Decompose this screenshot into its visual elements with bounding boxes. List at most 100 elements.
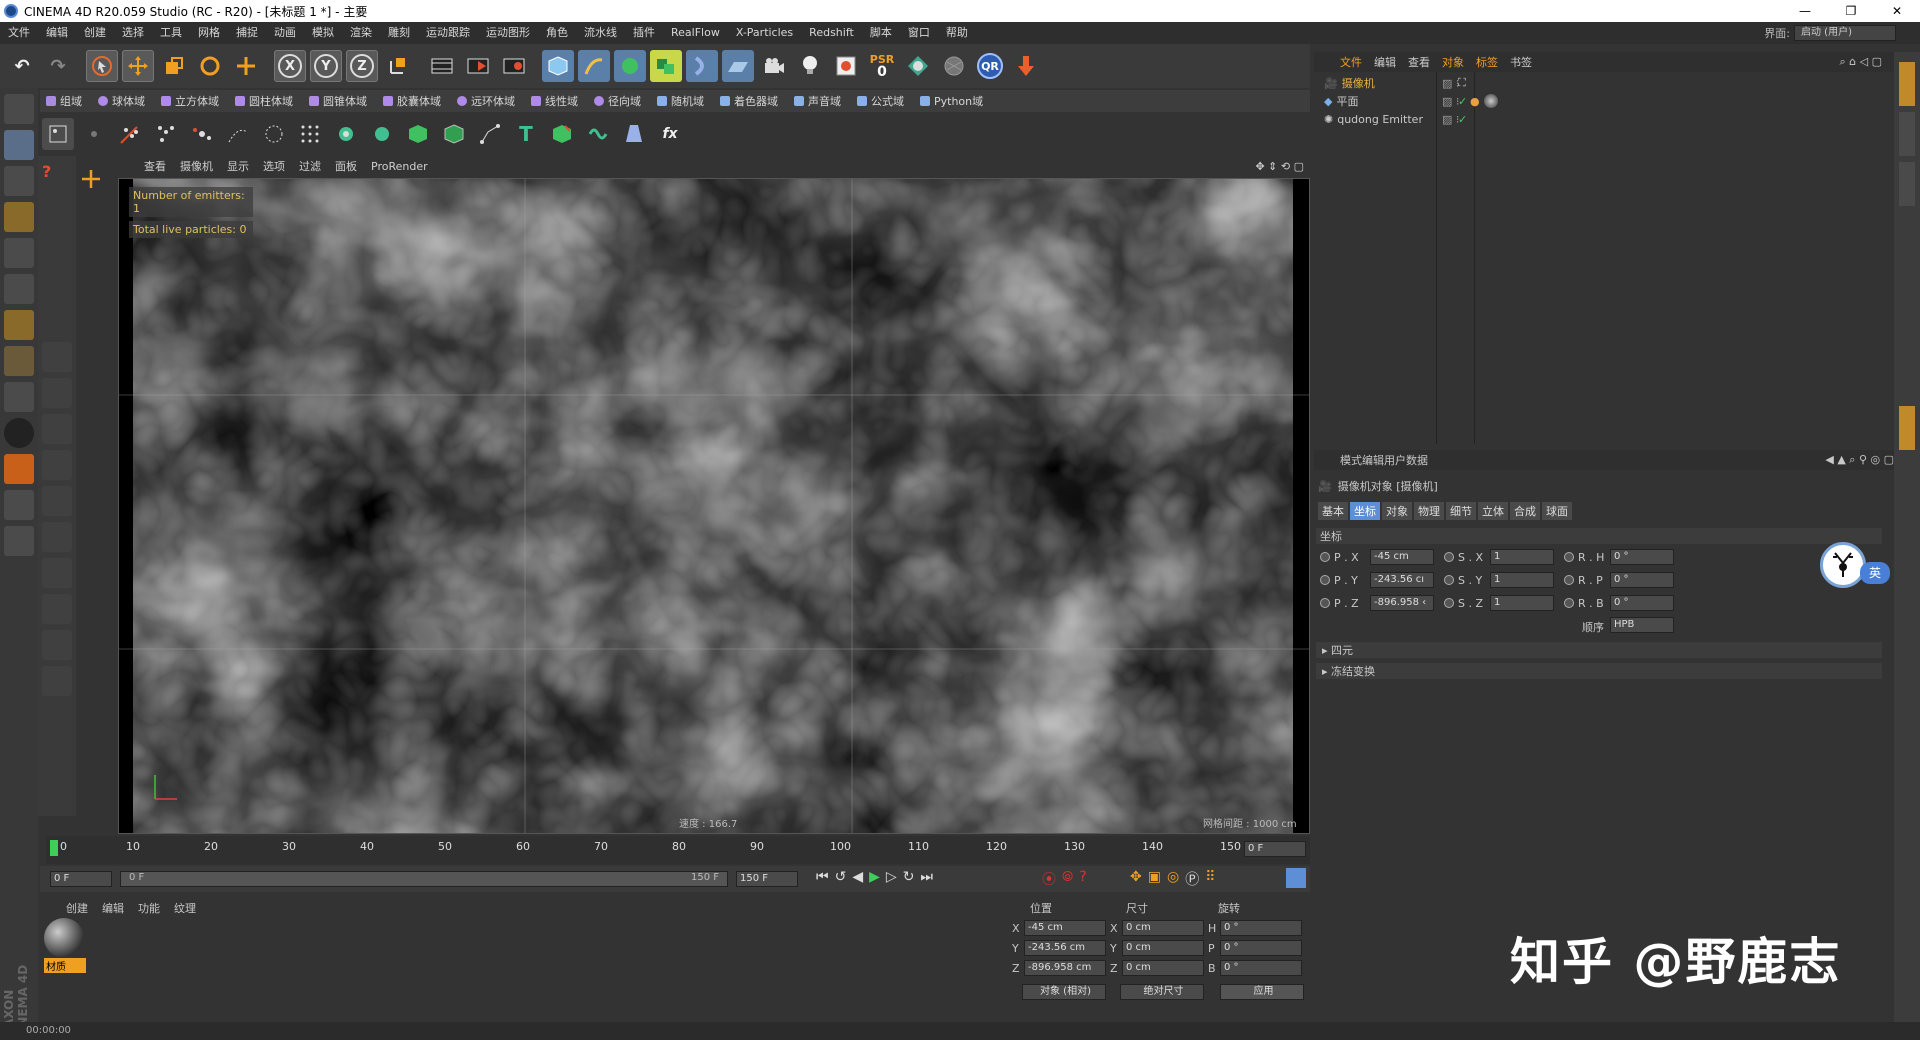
z-axis-lock-button[interactable]: Z <box>346 50 378 82</box>
edges-mode-icon[interactable] <box>4 274 34 304</box>
key-param-icon[interactable]: Ⓟ <box>1185 869 1199 889</box>
timeline-ruler[interactable]: 0 10 20 30 40 50 60 70 80 90 100 110 120… <box>46 836 1310 864</box>
obj-menu-bookmarks[interactable]: 书签 <box>1510 54 1532 70</box>
field-item[interactable]: 线性域 <box>525 93 578 109</box>
field-item[interactable]: 着色器域 <box>714 93 778 109</box>
xp-question-icon[interactable] <box>366 118 398 150</box>
viewport-menu-prorender[interactable]: ProRender <box>371 160 428 173</box>
mat-menu-function[interactable]: 功能 <box>138 900 160 916</box>
cube-primitive-icon[interactable] <box>542 50 574 82</box>
tab-basic[interactable]: 基本 <box>1318 502 1348 520</box>
attr-menu-edit[interactable]: 编辑 <box>1362 452 1384 468</box>
timeline-layout-icon[interactable] <box>1286 868 1306 888</box>
next-frame-icon[interactable]: ▷ <box>886 869 897 885</box>
sphere-wire-icon[interactable] <box>938 50 970 82</box>
ime-language-badge[interactable]: 英 <box>1860 562 1890 584</box>
coordinate-system-icon[interactable] <box>382 50 414 82</box>
quaternion-section[interactable]: ▸ 四元 <box>1316 642 1882 658</box>
polygons-mode-icon[interactable] <box>4 310 34 340</box>
tab-composition[interactable]: 合成 <box>1510 502 1540 520</box>
side-tab-attributes[interactable] <box>1899 406 1915 450</box>
autokey-icon[interactable]: ⦾ <box>1062 869 1073 889</box>
render-to-picture-viewer-icon[interactable] <box>462 50 494 82</box>
keyframe-help-icon[interactable]: ? <box>1079 869 1086 889</box>
coord-size-x[interactable]: 0 cm <box>1122 920 1204 936</box>
solo-icon[interactable] <box>4 526 34 556</box>
tab-physical[interactable]: 物理 <box>1414 502 1444 520</box>
close-button[interactable]: ✕ <box>1874 0 1920 22</box>
menu-snap[interactable]: 捕捉 <box>228 22 266 44</box>
live-selection-icon[interactable] <box>86 50 118 82</box>
field-item[interactable]: 组域 <box>40 93 82 109</box>
menu-simulate[interactable]: 模拟 <box>304 22 342 44</box>
coord-rot-p[interactable]: 0 ° <box>1220 940 1302 956</box>
sx-field[interactable]: 1 <box>1490 549 1554 565</box>
goto-end-icon[interactable]: ⏭ <box>920 869 933 885</box>
coord-rot-b[interactable]: 0 ° <box>1220 960 1302 976</box>
viewport-menu-view[interactable]: 查看 <box>144 158 166 174</box>
obj-menu-objects[interactable]: 对象 <box>1442 54 1464 70</box>
obj-search-icon[interactable]: ⌕ ⌂ ◁ ▢ <box>1840 55 1883 69</box>
attr-menu-mode[interactable]: 模式 <box>1340 452 1362 468</box>
deer-logo-badge[interactable] <box>1820 542 1866 588</box>
object-row-emitter[interactable]: ✺ qudong Emitter ▨ ⁝ ✓ <box>1320 110 1880 128</box>
qr-plugin-button[interactable]: QR <box>974 50 1006 82</box>
array-generator-icon[interactable] <box>650 50 682 82</box>
rb-key-radio[interactable] <box>1564 598 1574 608</box>
move-icon[interactable] <box>122 50 154 82</box>
obj-menu-edit[interactable]: 编辑 <box>1374 54 1396 70</box>
viewport-menu-filter[interactable]: 过滤 <box>299 158 321 174</box>
sz-field[interactable]: 1 <box>1490 595 1554 611</box>
phong-tag-icon[interactable]: ● <box>1470 95 1480 108</box>
transform-icon[interactable] <box>230 50 262 82</box>
key-scale-icon[interactable]: ▣ <box>1148 869 1161 889</box>
key-position-icon[interactable]: ✥ <box>1130 869 1142 889</box>
object-row-plane[interactable]: ◆ 平面 ▨ ⁝ ✓ ● <box>1320 92 1880 110</box>
xp-expression-icon[interactable]: fx <box>654 118 686 150</box>
field-item[interactable]: 立方体域 <box>155 93 219 109</box>
redo-icon[interactable]: ↷ <box>42 50 74 82</box>
record-keyframe-icon[interactable]: ⦿ <box>1042 869 1056 889</box>
menu-select[interactable]: 选择 <box>114 22 152 44</box>
help-pointer-icon[interactable]: ? <box>42 162 72 192</box>
menu-realflow[interactable]: RealFlow <box>663 22 728 44</box>
snap-icon[interactable] <box>4 418 34 448</box>
menu-mesh[interactable]: 网格 <box>190 22 228 44</box>
tab-details[interactable]: 细节 <box>1446 502 1476 520</box>
tab-object[interactable]: 对象 <box>1382 502 1412 520</box>
xp-cache-icon[interactable] <box>402 118 434 150</box>
py-field[interactable]: -243.56 cı <box>1370 572 1434 588</box>
rp-key-radio[interactable] <box>1564 575 1574 585</box>
select-arrow-icon[interactable] <box>42 198 72 228</box>
xp-trail-icon[interactable] <box>222 118 254 150</box>
sy-key-radio[interactable] <box>1444 575 1454 585</box>
subdivision-surface-icon[interactable] <box>614 50 646 82</box>
rotate-icon[interactable] <box>194 50 226 82</box>
material-thumbnail[interactable]: 材质 <box>44 918 86 973</box>
download-arrow-icon[interactable] <box>1010 50 1042 82</box>
xp-generator-icon[interactable] <box>150 118 182 150</box>
menu-help[interactable]: 帮助 <box>938 22 976 44</box>
menu-script[interactable]: 脚本 <box>862 22 900 44</box>
lod-icon[interactable] <box>902 50 934 82</box>
sy-field[interactable]: 1 <box>1490 572 1554 588</box>
coord-mode-select[interactable]: 对象 (相对) <box>1022 984 1106 1000</box>
pz-key-radio[interactable] <box>1320 598 1330 608</box>
field-item[interactable]: 远环体域 <box>451 93 515 109</box>
viewport-menu-camera[interactable]: 摄像机 <box>180 158 213 174</box>
play-icon[interactable]: ▶ <box>869 869 880 885</box>
xp-text-icon[interactable]: T <box>510 118 542 150</box>
obj-menu-view[interactable]: 查看 <box>1408 54 1430 70</box>
viewport-menu-panel[interactable]: 面板 <box>335 158 357 174</box>
menu-motion-tracking[interactable]: 运动跟踪 <box>418 22 478 44</box>
menu-window[interactable]: 窗口 <box>900 22 938 44</box>
viewport-menu-options[interactable]: 选项 <box>263 158 285 174</box>
deformer-icon[interactable] <box>686 50 718 82</box>
magnet-icon[interactable] <box>4 454 34 484</box>
picture-viewer-icon[interactable] <box>830 50 862 82</box>
tab-coord[interactable]: 坐标 <box>1350 502 1380 520</box>
field-item[interactable]: 球体域 <box>92 93 145 109</box>
menu-animate[interactable]: 动画 <box>266 22 304 44</box>
start-frame-field[interactable]: 0 F <box>50 871 112 887</box>
menu-file[interactable]: 文件 <box>0 22 38 44</box>
